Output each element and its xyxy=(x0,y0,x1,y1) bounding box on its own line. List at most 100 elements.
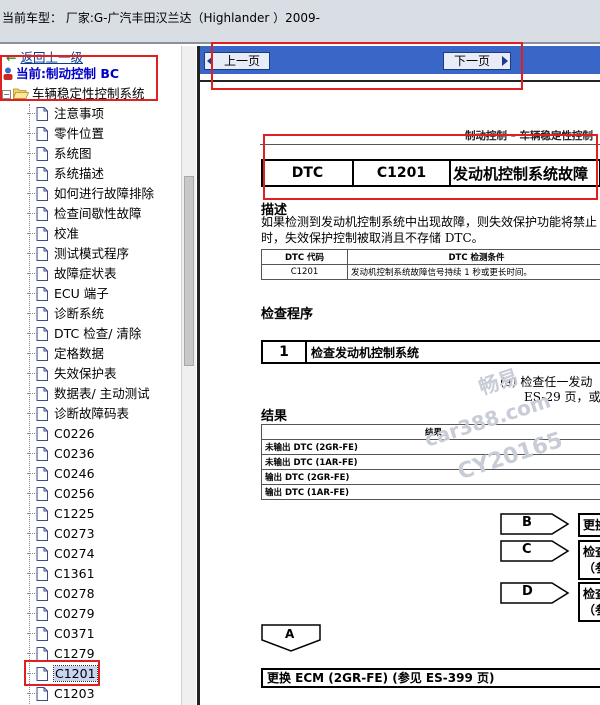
tree-item-label: ECU 端子 xyxy=(54,286,109,301)
document-icon xyxy=(36,627,48,641)
next-arrow-icon xyxy=(502,56,508,66)
result-action-text-2: （参 xyxy=(583,561,600,575)
description-line-2: 时，失效保护控制被取消且不存储 DTC。 xyxy=(261,231,484,245)
tree-item[interactable]: 校准 xyxy=(27,224,79,244)
tree-item-label: 诊断系统 xyxy=(54,306,105,321)
tree-item[interactable]: C0246 xyxy=(27,464,95,484)
tree-connector xyxy=(27,393,35,394)
tree-connector xyxy=(27,133,35,134)
result-table: 结果 未输出 DTC (2GR-FE) 未输出 DTC (1AR-FE) 输出 … xyxy=(261,424,600,500)
tree-item[interactable]: 数据表/ 主动测试 xyxy=(27,384,150,404)
result-cell: 未输出 DTC (1AR-FE) xyxy=(261,454,600,470)
tree-connector xyxy=(27,373,35,374)
tree-item[interactable]: C1203 xyxy=(27,684,95,704)
tree-item[interactable]: C0371 xyxy=(27,624,95,644)
manual-section-header: 制动控制 – 车辆稳定性控制 xyxy=(465,130,594,142)
tree-item[interactable]: 定格数据 xyxy=(27,344,104,364)
document-icon xyxy=(36,587,48,601)
tree-item[interactable]: 如何进行故障排除 xyxy=(27,184,154,204)
document-icon xyxy=(36,687,48,701)
tree-item[interactable]: 系统图 xyxy=(27,144,92,164)
person-icon xyxy=(3,67,13,80)
page-navbar: 上一页 下一页 xyxy=(200,46,600,74)
current-node: 当前:制动控制 BC xyxy=(2,64,119,84)
tree-item[interactable]: C0226 xyxy=(27,424,95,444)
result-c-arrow: C xyxy=(500,540,570,562)
document-icon xyxy=(36,487,48,501)
result-d-arrow: D xyxy=(500,582,570,604)
tree-item[interactable]: 检查间歇性故障 xyxy=(27,204,142,224)
document-icon xyxy=(36,547,48,561)
collapse-toggle-icon[interactable]: − xyxy=(2,90,11,99)
col-dtc-code: DTC 代码 xyxy=(261,249,348,265)
dtc-code: C1201 xyxy=(354,161,451,185)
dtc-detection-table: DTC 代码 DTC 检测条件 C1201 发动机控制系统故障信号持续 1 秒或… xyxy=(261,249,600,280)
tree-item[interactable]: C0279 xyxy=(27,604,95,624)
result-cell: 未输出 DTC (2GR-FE) xyxy=(261,439,600,455)
tree-connector xyxy=(27,353,35,354)
tree-scrollbar[interactable] xyxy=(181,46,196,705)
tree-item-label: 检查间歇性故障 xyxy=(54,206,142,221)
step-note-2: ES-29 页，或 xyxy=(524,390,600,404)
tree-folder-vsc[interactable]: − 车辆稳定性控制系统 xyxy=(2,84,145,104)
tree-item[interactable]: C1279 xyxy=(27,644,95,664)
tree-item[interactable]: 失效保护表 xyxy=(27,364,117,384)
tree-item[interactable]: C0273 xyxy=(27,524,95,544)
document-pane: 上一页 下一页 制动控制 – 车辆稳定性控制 DTC C1201 发动机控制系统… xyxy=(197,46,600,705)
tree-connector xyxy=(27,153,35,154)
document-icon xyxy=(36,267,48,281)
result-action-text: 检查 xyxy=(583,545,600,559)
next-page-button[interactable]: 下一页 xyxy=(443,52,511,70)
tree-item[interactable]: C0256 xyxy=(27,484,95,504)
tree-connector xyxy=(27,653,35,654)
tree-item[interactable]: C0274 xyxy=(27,544,95,564)
tree-connector xyxy=(27,673,35,674)
tree-connector xyxy=(27,453,35,454)
tree-item[interactable]: C1201 xyxy=(27,664,98,684)
tree-item-label: C0226 xyxy=(54,426,95,441)
tree-connector xyxy=(27,273,35,274)
tree-item[interactable]: 故障症状表 xyxy=(27,264,117,284)
header-rule xyxy=(260,144,600,145)
tree-item[interactable]: ECU 端子 xyxy=(27,284,109,304)
tree-item[interactable]: C0278 xyxy=(27,584,95,604)
current-vehicle-text: 当前车型： 厂家:G-广汽丰田汉兰达（Highlander ）2009- xyxy=(2,11,320,25)
result-a-arrow: A xyxy=(261,624,321,652)
back-link-label: 返回上一级 xyxy=(20,50,83,65)
document-icon xyxy=(36,287,48,301)
step-title: 检查发动机控制系统 xyxy=(311,345,420,360)
tree-item[interactable]: C0236 xyxy=(27,444,95,464)
window-titlebar: 当前车型： 厂家:G-广汽丰田汉兰达（Highlander ）2009- xyxy=(0,0,600,44)
tree-item[interactable]: 注意事项 xyxy=(27,104,104,124)
tree-item[interactable]: 系统描述 xyxy=(27,164,104,184)
tree-item[interactable]: 诊断系统 xyxy=(27,304,104,324)
prev-page-button[interactable]: 上一页 xyxy=(204,52,270,70)
document-icon xyxy=(36,327,48,341)
tree-connector xyxy=(27,413,35,414)
tree-item[interactable]: 测试模式程序 xyxy=(27,244,129,264)
tree-item-label: 系统图 xyxy=(54,146,92,161)
tree-item-label: 校准 xyxy=(54,226,80,241)
document-icon xyxy=(36,147,48,161)
tree-connector xyxy=(27,513,35,514)
document-icon xyxy=(36,667,48,681)
tree-item[interactable]: 零件位置 xyxy=(27,124,104,144)
navigation-tree: ← 返回上一级 当前:制动控制 BC − 车辆稳定性控制系统 注意事项 零件位置 系统… xyxy=(0,46,181,705)
tree-connector xyxy=(27,633,35,634)
result-action-text: 检查 xyxy=(583,587,600,601)
tree-item[interactable]: DTC 检查/ 清除 xyxy=(27,324,141,344)
tree-item[interactable]: 诊断故障码表 xyxy=(27,404,129,424)
tree-item[interactable]: C1361 xyxy=(27,564,95,584)
prev-page-label: 上一页 xyxy=(223,54,260,68)
tree-item-label: 注意事项 xyxy=(54,106,105,121)
description-line-1: 如果检测到发动机控制系统中出现故障，则失效保护功能将禁止 xyxy=(261,215,598,229)
document-icon xyxy=(36,227,48,241)
tree-scroll-thumb[interactable] xyxy=(184,176,194,366)
tree-item[interactable]: C1225 xyxy=(27,504,95,524)
result-col-header: 结果 xyxy=(261,424,600,440)
tree-connector xyxy=(27,293,35,294)
current-node-label: 当前:制动控制 BC xyxy=(16,66,120,81)
procedure-heading: 检查程序 xyxy=(261,307,314,322)
document-icon xyxy=(36,427,48,441)
replace-ecm-box: 更换 ECM (2GR-FE) (参见 ES-399 页) xyxy=(261,668,600,688)
